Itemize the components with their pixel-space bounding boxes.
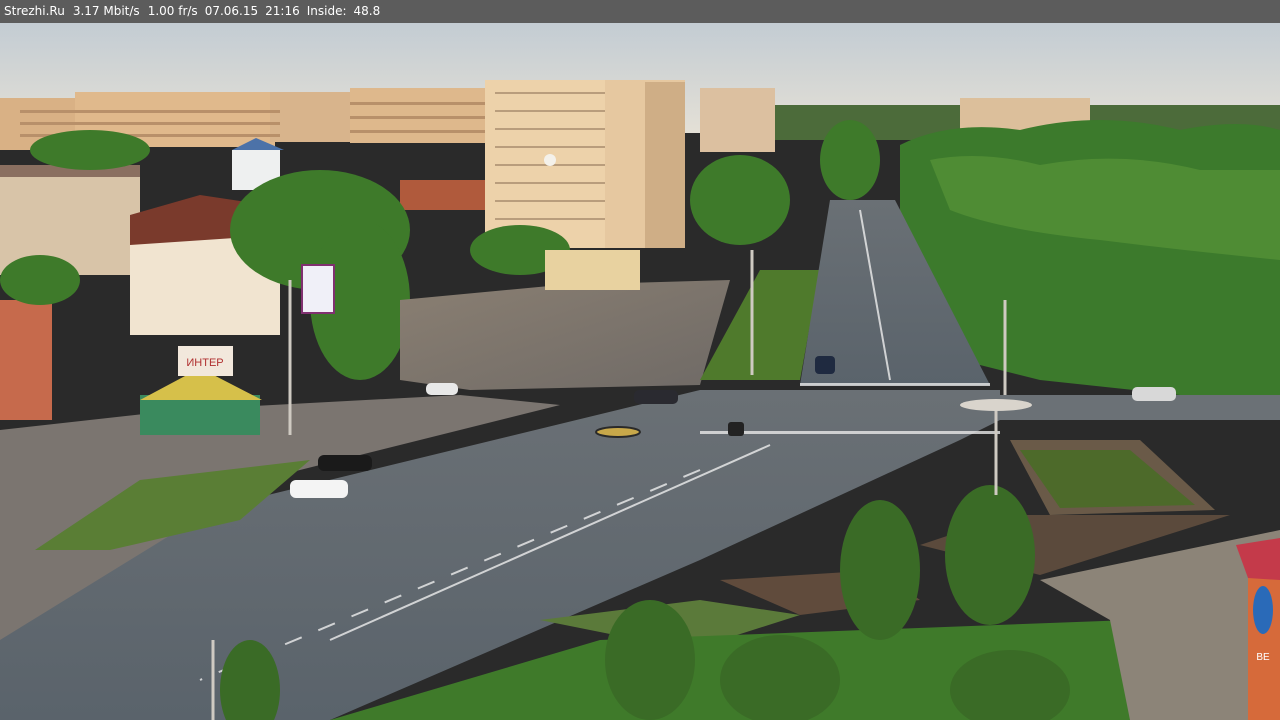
plaza <box>400 280 730 390</box>
osd-inside-label: Inside: <box>306 4 347 18</box>
lamp-head <box>960 399 1032 411</box>
billboard: ИНТЕР <box>178 346 233 376</box>
osd-bitrate: 3.17 Mbit/s <box>72 4 140 18</box>
billboard-text: ИНТЕР <box>186 357 223 369</box>
osd-framerate: 1.00 fr/s <box>147 4 198 18</box>
ad-panel <box>301 264 335 314</box>
osd-inside-value: 48.8 <box>353 4 381 18</box>
webcam-view: ИНТЕР ВЕ Strezhi.Ru 3.17 Mbit/s 1.00 fr/… <box>0 0 1280 720</box>
camera-frame: ИНТЕР ВЕ <box>0 23 1280 720</box>
drain <box>595 426 641 438</box>
osd-site: Strezhi.Ru <box>4 4 65 18</box>
osd-date: 07.06.15 <box>204 4 259 18</box>
pavilion <box>545 250 640 290</box>
column-sign-text: ВЕ <box>1256 652 1270 663</box>
kiosk <box>140 368 262 435</box>
osd-time: 21:16 <box>265 4 300 18</box>
camera-osd-bar: Strezhi.Ru 3.17 Mbit/s 1.00 fr/s 07.06.15 21… <box>0 0 1280 23</box>
